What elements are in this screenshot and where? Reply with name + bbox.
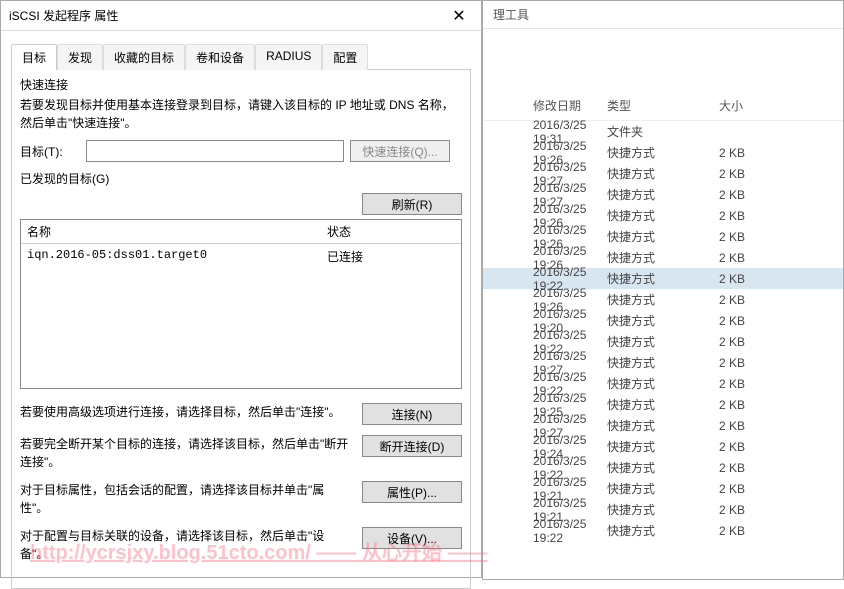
target-row[interactable]: iqn.2016-05:dss01.target0已连接 xyxy=(21,244,461,269)
file-type: 文件夹 xyxy=(603,123,693,140)
header-size[interactable]: 大小 xyxy=(693,97,743,114)
file-type: 快捷方式 xyxy=(603,501,693,518)
file-row[interactable]: 2016/3/25 19:22快捷方式2 KB xyxy=(483,520,843,541)
target-status: 已连接 xyxy=(321,246,461,267)
file-type: 快捷方式 xyxy=(603,438,693,455)
titlebar[interactable]: iSCSI 发起程序 属性 ✕ xyxy=(1,1,481,31)
tab-panel-target: 快速连接 若要发现目标并使用基本连接登录到目标，请键入该目标的 IP 地址或 D… xyxy=(11,69,471,589)
file-type: 快捷方式 xyxy=(603,207,693,224)
col-status[interactable]: 状态 xyxy=(321,220,461,243)
bg-menu-text: 理工具 xyxy=(483,1,843,29)
dialog-title: iSCSI 发起程序 属性 xyxy=(9,7,445,24)
file-type: 快捷方式 xyxy=(603,186,693,203)
file-type: 快捷方式 xyxy=(603,270,693,287)
list-header: 名称 状态 xyxy=(21,220,461,244)
file-type: 快捷方式 xyxy=(603,228,693,245)
tab-0[interactable]: 目标 xyxy=(11,44,57,70)
file-size: 2 KB xyxy=(693,335,745,349)
target-input[interactable] xyxy=(86,140,344,162)
quick-connect-button[interactable]: 快速连接(Q)... xyxy=(350,140,450,162)
discovered-targets-list[interactable]: 名称 状态 iqn.2016-05:dss01.target0已连接 xyxy=(20,219,462,389)
file-explorer-background: 理工具 修改日期 类型 大小 2016/3/25 19:31文件夹2016/3/… xyxy=(482,0,844,580)
file-size: 2 KB xyxy=(693,167,745,181)
file-type: 快捷方式 xyxy=(603,291,693,308)
close-icon[interactable]: ✕ xyxy=(445,6,473,26)
quick-section-title: 快速连接 xyxy=(20,76,462,93)
file-size: 2 KB xyxy=(693,356,745,370)
file-date: 2016/3/25 19:22 xyxy=(483,517,603,545)
file-size: 2 KB xyxy=(693,461,745,475)
file-size: 2 KB xyxy=(693,272,745,286)
target-label: 目标(T): xyxy=(20,143,80,160)
file-type: 快捷方式 xyxy=(603,312,693,329)
header-date[interactable]: 修改日期 xyxy=(483,97,603,114)
file-size: 2 KB xyxy=(693,293,745,307)
file-type: 快捷方式 xyxy=(603,375,693,392)
refresh-button[interactable]: 刷新(R) xyxy=(362,193,462,215)
properties-button[interactable]: 属性(P)... xyxy=(362,481,462,503)
quick-help-text: 若要发现目标并使用基本连接登录到目标，请键入该目标的 IP 地址或 DNS 名称… xyxy=(20,96,462,132)
tab-4[interactable]: RADIUS xyxy=(255,44,322,70)
col-name[interactable]: 名称 xyxy=(21,220,321,243)
file-type: 快捷方式 xyxy=(603,459,693,476)
file-type: 快捷方式 xyxy=(603,249,693,266)
disconnect-help: 若要完全断开某个目标的连接，请选择该目标，然后单击"断开连接"。 xyxy=(20,435,362,471)
iscsi-dialog: iSCSI 发起程序 属性 ✕ 目标发现收藏的目标卷和设备RADIUS配置 快速… xyxy=(0,0,482,578)
file-type: 快捷方式 xyxy=(603,333,693,350)
file-type: 快捷方式 xyxy=(603,417,693,434)
discovered-label: 已发现的目标(G) xyxy=(20,170,462,187)
file-size: 2 KB xyxy=(693,188,745,202)
connect-button[interactable]: 连接(N) xyxy=(362,403,462,425)
file-type: 快捷方式 xyxy=(603,396,693,413)
file-size: 2 KB xyxy=(693,377,745,391)
file-size: 2 KB xyxy=(693,440,745,454)
tab-5[interactable]: 配置 xyxy=(322,44,368,70)
file-size: 2 KB xyxy=(693,230,745,244)
file-size: 2 KB xyxy=(693,398,745,412)
file-type: 快捷方式 xyxy=(603,522,693,539)
file-type: 快捷方式 xyxy=(603,354,693,371)
device-button[interactable]: 设备(V)... xyxy=(362,527,462,549)
properties-help: 对于目标属性，包括会话的配置，请选择该目标并单击"属性"。 xyxy=(20,481,362,517)
disconnect-button[interactable]: 断开连接(D) xyxy=(362,435,462,457)
tabs: 目标发现收藏的目标卷和设备RADIUS配置 xyxy=(1,31,481,69)
file-size: 2 KB xyxy=(693,482,745,496)
connect-help: 若要使用高级选项进行连接，请选择目标，然后单击"连接"。 xyxy=(20,403,362,421)
tab-2[interactable]: 收藏的目标 xyxy=(103,44,185,70)
header-type[interactable]: 类型 xyxy=(603,97,693,114)
tab-1[interactable]: 发现 xyxy=(57,44,103,70)
file-size: 2 KB xyxy=(693,524,745,538)
tab-3[interactable]: 卷和设备 xyxy=(185,44,255,70)
file-size: 2 KB xyxy=(693,419,745,433)
file-size: 2 KB xyxy=(693,314,745,328)
file-size: 2 KB xyxy=(693,503,745,517)
file-type: 快捷方式 xyxy=(603,480,693,497)
file-size: 2 KB xyxy=(693,146,745,160)
file-type: 快捷方式 xyxy=(603,165,693,182)
file-list[interactable]: 2016/3/25 19:31文件夹2016/3/25 19:26快捷方式2 K… xyxy=(483,121,843,541)
device-help: 对于配置与目标关联的设备，请选择该目标，然后单击"设备"。 xyxy=(20,527,362,563)
file-size: 2 KB xyxy=(693,251,745,265)
target-name: iqn.2016-05:dss01.target0 xyxy=(21,246,321,267)
file-size: 2 KB xyxy=(693,209,745,223)
file-list-header: 修改日期 类型 大小 xyxy=(483,91,843,121)
file-type: 快捷方式 xyxy=(603,144,693,161)
